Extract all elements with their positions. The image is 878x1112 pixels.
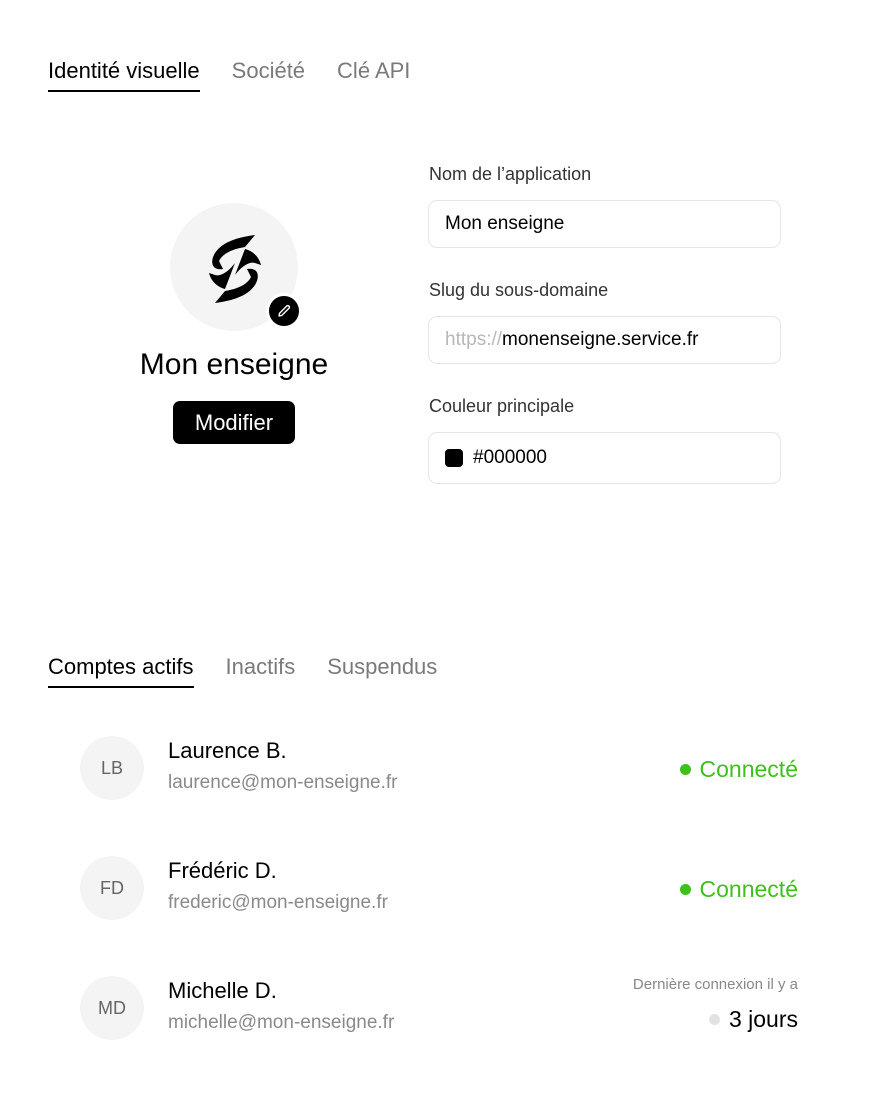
- status-text: Connecté: [699, 876, 798, 902]
- tab-api-key[interactable]: Clé API: [337, 58, 410, 92]
- tab-visual-identity[interactable]: Identité visuelle: [48, 58, 200, 92]
- account-row[interactable]: FD Frédéric D. frederic@mon-enseigne.fr …: [80, 856, 798, 920]
- subdomain-slug-input[interactable]: https:// monenseigne.service.fr: [428, 316, 781, 364]
- status-badge: Connecté: [679, 756, 798, 783]
- avatar: FD: [80, 856, 144, 920]
- last-login-value: 3 jours: [728, 1006, 798, 1032]
- tab-suspended-accounts[interactable]: Suspendus: [327, 654, 437, 688]
- main-color-input[interactable]: #000000: [428, 432, 781, 484]
- color-value: #000000: [473, 447, 547, 468]
- main-color-label: Couleur principale: [429, 396, 575, 416]
- app-name-label: Nom de l’application: [429, 164, 592, 184]
- account-email: laurence@mon-enseigne.fr: [168, 772, 398, 793]
- account-email: michelle@mon-enseigne.fr: [168, 1012, 395, 1033]
- subdomain-slug-label: Slug du sous-domaine: [429, 280, 609, 300]
- settings-tabs: Identité visuelle Société Clé API: [48, 58, 410, 92]
- online-dot-icon: [679, 884, 691, 895]
- online-dot-icon: [679, 764, 691, 775]
- account-name: Laurence B.: [168, 738, 287, 763]
- color-swatch[interactable]: [445, 449, 463, 467]
- status-text: Connecté: [699, 756, 798, 782]
- account-name: Michelle D.: [168, 978, 277, 1003]
- brand-swoosh-logo-icon: [209, 235, 261, 303]
- account-row[interactable]: MD Michelle D. michelle@mon-enseigne.fr …: [80, 976, 798, 1040]
- status-badge: Connecté: [679, 876, 798, 903]
- last-login-badge: 3 jours: [708, 1006, 798, 1033]
- account-tabs: Comptes actifs Inactifs Suspendus: [48, 654, 437, 688]
- avatar: MD: [80, 976, 144, 1040]
- pencil-icon: [278, 304, 291, 317]
- tab-company[interactable]: Société: [232, 58, 305, 92]
- slug-value: monenseigne.service.fr: [502, 329, 699, 350]
- account-row[interactable]: LB Laurence B. laurence@mon-enseigne.fr …: [80, 736, 798, 800]
- last-login-label: Dernière connexion il y a: [632, 976, 798, 993]
- modify-button[interactable]: Modifier: [173, 401, 295, 444]
- account-name: Frédéric D.: [168, 858, 277, 883]
- edit-logo-button[interactable]: [266, 293, 302, 329]
- app-name-input[interactable]: Mon enseigne: [428, 200, 781, 248]
- app-name-value: Mon enseigne: [445, 213, 565, 234]
- account-email: frederic@mon-enseigne.fr: [168, 892, 388, 913]
- tab-active-accounts[interactable]: Comptes actifs: [48, 654, 194, 688]
- offline-dot-icon: [708, 1014, 720, 1025]
- brand-name: Mon enseigne: [139, 348, 329, 381]
- brand-logo[interactable]: [170, 203, 302, 331]
- slug-prefix: https://: [445, 329, 503, 350]
- tab-inactive-accounts[interactable]: Inactifs: [226, 654, 296, 688]
- avatar: LB: [80, 736, 144, 800]
